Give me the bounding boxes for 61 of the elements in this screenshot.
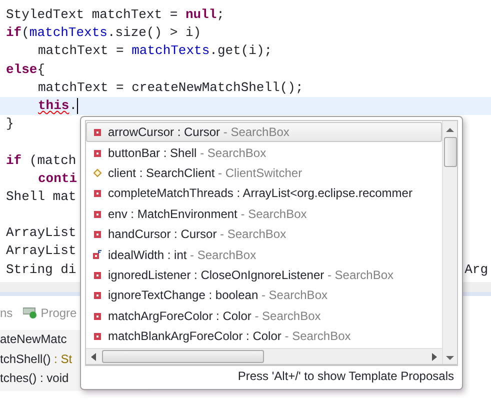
code-text: } [6,115,14,134]
code-text: conti [38,170,78,188]
private-field-icon [93,188,102,198]
scroll-right-icon[interactable] [430,352,438,360]
code-text: null [185,6,217,24]
private-field-icon [93,290,102,300]
code-text: StyledText matchText = [6,6,179,24]
vertical-scrollbar[interactable] [442,121,457,364]
scrollbar-thumb[interactable] [444,137,456,167]
outline-text: tches() : void [0,371,69,385]
private-field-icon [93,310,102,321]
code-text: if [6,152,22,170]
outline-text: ateNewMatc [0,332,67,346]
private-field-icon [93,127,102,138]
proposal-item[interactable]: matchArgForeColor : Color - SearchBox [86,306,442,326]
code-text: ArrayList [6,224,76,242]
code-text: .size() > i) [107,24,202,42]
scroll-down-icon[interactable] [446,355,454,361]
private-field-icon [93,331,102,342]
code-text: ( [22,24,30,42]
code-text: matchTexts [132,42,210,60]
code-text: matchText = createNewMatchShell(); [38,78,304,97]
final-field-icon [93,250,102,260]
private-field-icon [93,148,102,158]
code-text: ; [216,6,224,24]
text-cursor [77,98,78,114]
code-text: matchText = [38,42,125,60]
default-field-icon [93,168,102,178]
proposal-item[interactable]: ignoreTextChange : boolean - SearchBox [86,285,442,306]
proposal-item[interactable]: arrowCursor : Cursor - SearchBox [86,122,442,142]
proposal-item[interactable]: client : SearchClient - ClientSwitcher [86,162,442,184]
outline-text: : St [53,352,72,366]
proposal-item[interactable]: buttonBar : Shell - SearchBox [86,142,442,163]
outline-text: tchShell() [0,352,51,366]
private-field-icon [93,208,102,219]
proposal-item[interactable]: handCursor : Cursor - SearchBox [86,224,442,244]
private-field-icon [93,270,102,280]
error-keyword: this [38,96,70,115]
code-text: else [6,60,38,79]
private-field-icon [93,229,102,240]
scroll-left-icon[interactable] [90,352,98,360]
scroll-up-icon[interactable] [446,127,454,133]
code-text: String di [6,260,76,279]
horizontal-scrollbar[interactable] [86,348,442,364]
code-text: .get(i); [210,42,272,60]
proposal-item[interactable]: env : MatchEnvironment - SearchBox [86,204,442,224]
code-text: if [6,24,22,42]
code-text: Shell mat [6,188,76,206]
proposal-item[interactable]: matchBlankArgForeColor : Color - SearchBox [86,326,442,346]
proposal-item[interactable]: idealWidth : int - SearchBox [86,244,442,265]
code-text: ArrayList [6,242,76,260]
code-text: . [69,96,78,115]
progress-icon [22,307,37,319]
popup-status-text: Press 'Alt+/' to show Template Proposals [85,365,458,385]
code-text: matchTexts [29,24,108,42]
code-text: { [37,60,46,79]
code-text: (match [28,152,76,170]
code-text: Arg [464,260,489,279]
proposal-item[interactable]: completeMatchThreads : ArrayList<org.eclipse.recommer [86,183,442,204]
scrollbar-thumb[interactable] [102,350,264,363]
proposal-item[interactable]: ignoredListener : CloseOnIgnoreListener - SearchBox [86,264,442,286]
